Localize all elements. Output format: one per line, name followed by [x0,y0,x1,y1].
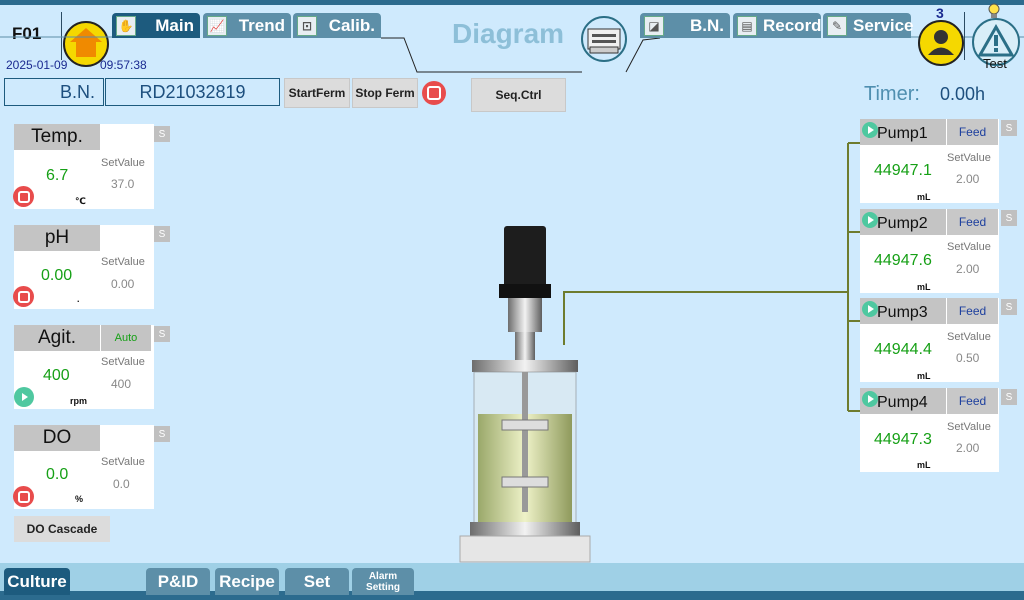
pump-mode-button[interactable]: Feed [947,298,998,324]
setting-button[interactable]: S [1001,299,1017,315]
tab-label-line2: Setting [366,581,400,593]
tab-alarm-setting[interactable]: Alarm Setting [352,568,414,595]
pump-name[interactable]: Pump2 [877,215,928,233]
pump-unit: mL [917,460,931,470]
setting-button[interactable]: S [1001,120,1017,136]
pump-mode-button[interactable]: Feed [947,388,998,414]
setvalue[interactable]: 0.50 [956,351,979,365]
setvalue[interactable]: 2.00 [956,172,979,186]
setting-button[interactable]: S [1001,389,1017,405]
setvalue-label: SetValue [947,241,991,253]
play-icon[interactable] [862,391,878,407]
pump-value[interactable]: 44947.1 [874,162,932,180]
tab-set[interactable]: Set [285,568,349,595]
pump-value[interactable]: 44947.6 [874,252,932,270]
play-icon[interactable] [862,122,878,138]
pump-mode-button[interactable]: Feed [947,119,998,145]
pump-value[interactable]: 44947.3 [874,431,932,449]
setvalue-label: SetValue [947,331,991,343]
play-icon[interactable] [862,212,878,228]
setvalue-label: SetValue [947,421,991,433]
bioreactor-vessel[interactable] [450,222,600,564]
pump-name[interactable]: Pump4 [877,394,928,412]
pump-name[interactable]: Pump1 [877,125,928,143]
setvalue-label: SetValue [947,152,991,164]
pump-unit: mL [917,282,931,292]
tab-pid[interactable]: P&ID [146,568,210,595]
pump-unit: mL [917,371,931,381]
tab-label-line1: Alarm [368,570,398,582]
tab-culture[interactable]: Culture [4,568,70,595]
pump-value[interactable]: 44944.4 [874,341,932,359]
pump-unit: mL [917,192,931,202]
setvalue[interactable]: 2.00 [956,262,979,276]
tab-recipe[interactable]: Recipe [215,568,279,595]
pump-mode-button[interactable]: Feed [947,209,998,235]
setting-button[interactable]: S [1001,210,1017,226]
play-icon[interactable] [862,301,878,317]
setvalue[interactable]: 2.00 [956,441,979,455]
pump-name[interactable]: Pump3 [877,304,928,322]
